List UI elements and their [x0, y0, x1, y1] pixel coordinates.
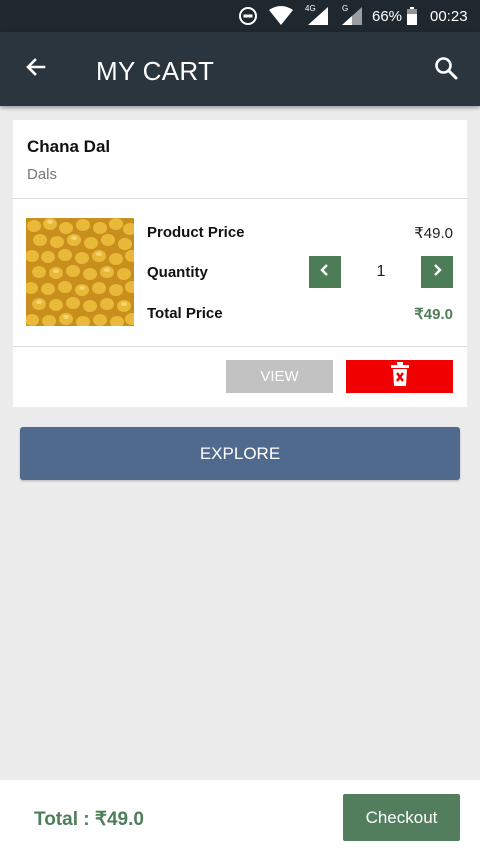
signal-icon: [306, 0, 330, 32]
view-button[interactable]: VIEW: [226, 360, 333, 393]
signal-icon: [340, 0, 364, 32]
do-not-disturb-icon: [238, 0, 258, 32]
arrow-left-icon: [24, 55, 48, 84]
battery-icon: [406, 0, 418, 32]
clock: 00:23: [430, 7, 468, 25]
back-button[interactable]: [18, 51, 54, 87]
increase-quantity-button[interactable]: [421, 256, 453, 288]
delete-button[interactable]: [346, 360, 453, 393]
bottom-bar: Total : ₹49.0 Checkout: [0, 780, 480, 854]
cart-total: Total : ₹49.0: [34, 809, 144, 830]
total-price-value: ₹49.0: [414, 306, 453, 323]
chevron-right-icon: [430, 263, 444, 282]
trash-icon: [389, 361, 411, 392]
checkout-button[interactable]: Checkout: [343, 794, 460, 841]
search-button[interactable]: [428, 52, 464, 88]
divider: [13, 198, 467, 199]
divider: [13, 346, 467, 347]
product-image: [26, 218, 134, 326]
explore-button[interactable]: EXPLORE: [20, 427, 460, 480]
cart-item-card: Chana Dal Dals Product Price ₹49.0 Quant…: [13, 120, 467, 407]
product-category: Dals: [27, 166, 58, 183]
wifi-icon: [268, 0, 294, 32]
search-icon: [433, 55, 459, 86]
product-price-value: ₹49.0: [414, 225, 453, 242]
quantity-value: 1: [376, 263, 386, 280]
product-name: Chana Dal: [27, 137, 111, 156]
app-bar: MY CART: [0, 32, 480, 106]
page-title: MY CART: [96, 56, 215, 86]
status-bar: 4G G 66% 00:23: [0, 0, 480, 32]
chevron-left-icon: [318, 263, 332, 282]
product-price-label: Product Price: [147, 224, 245, 241]
total-price-label: Total Price: [147, 305, 223, 322]
battery-percent: 66%: [372, 7, 403, 25]
quantity-label: Quantity: [147, 264, 208, 281]
decrease-quantity-button[interactable]: [309, 256, 341, 288]
